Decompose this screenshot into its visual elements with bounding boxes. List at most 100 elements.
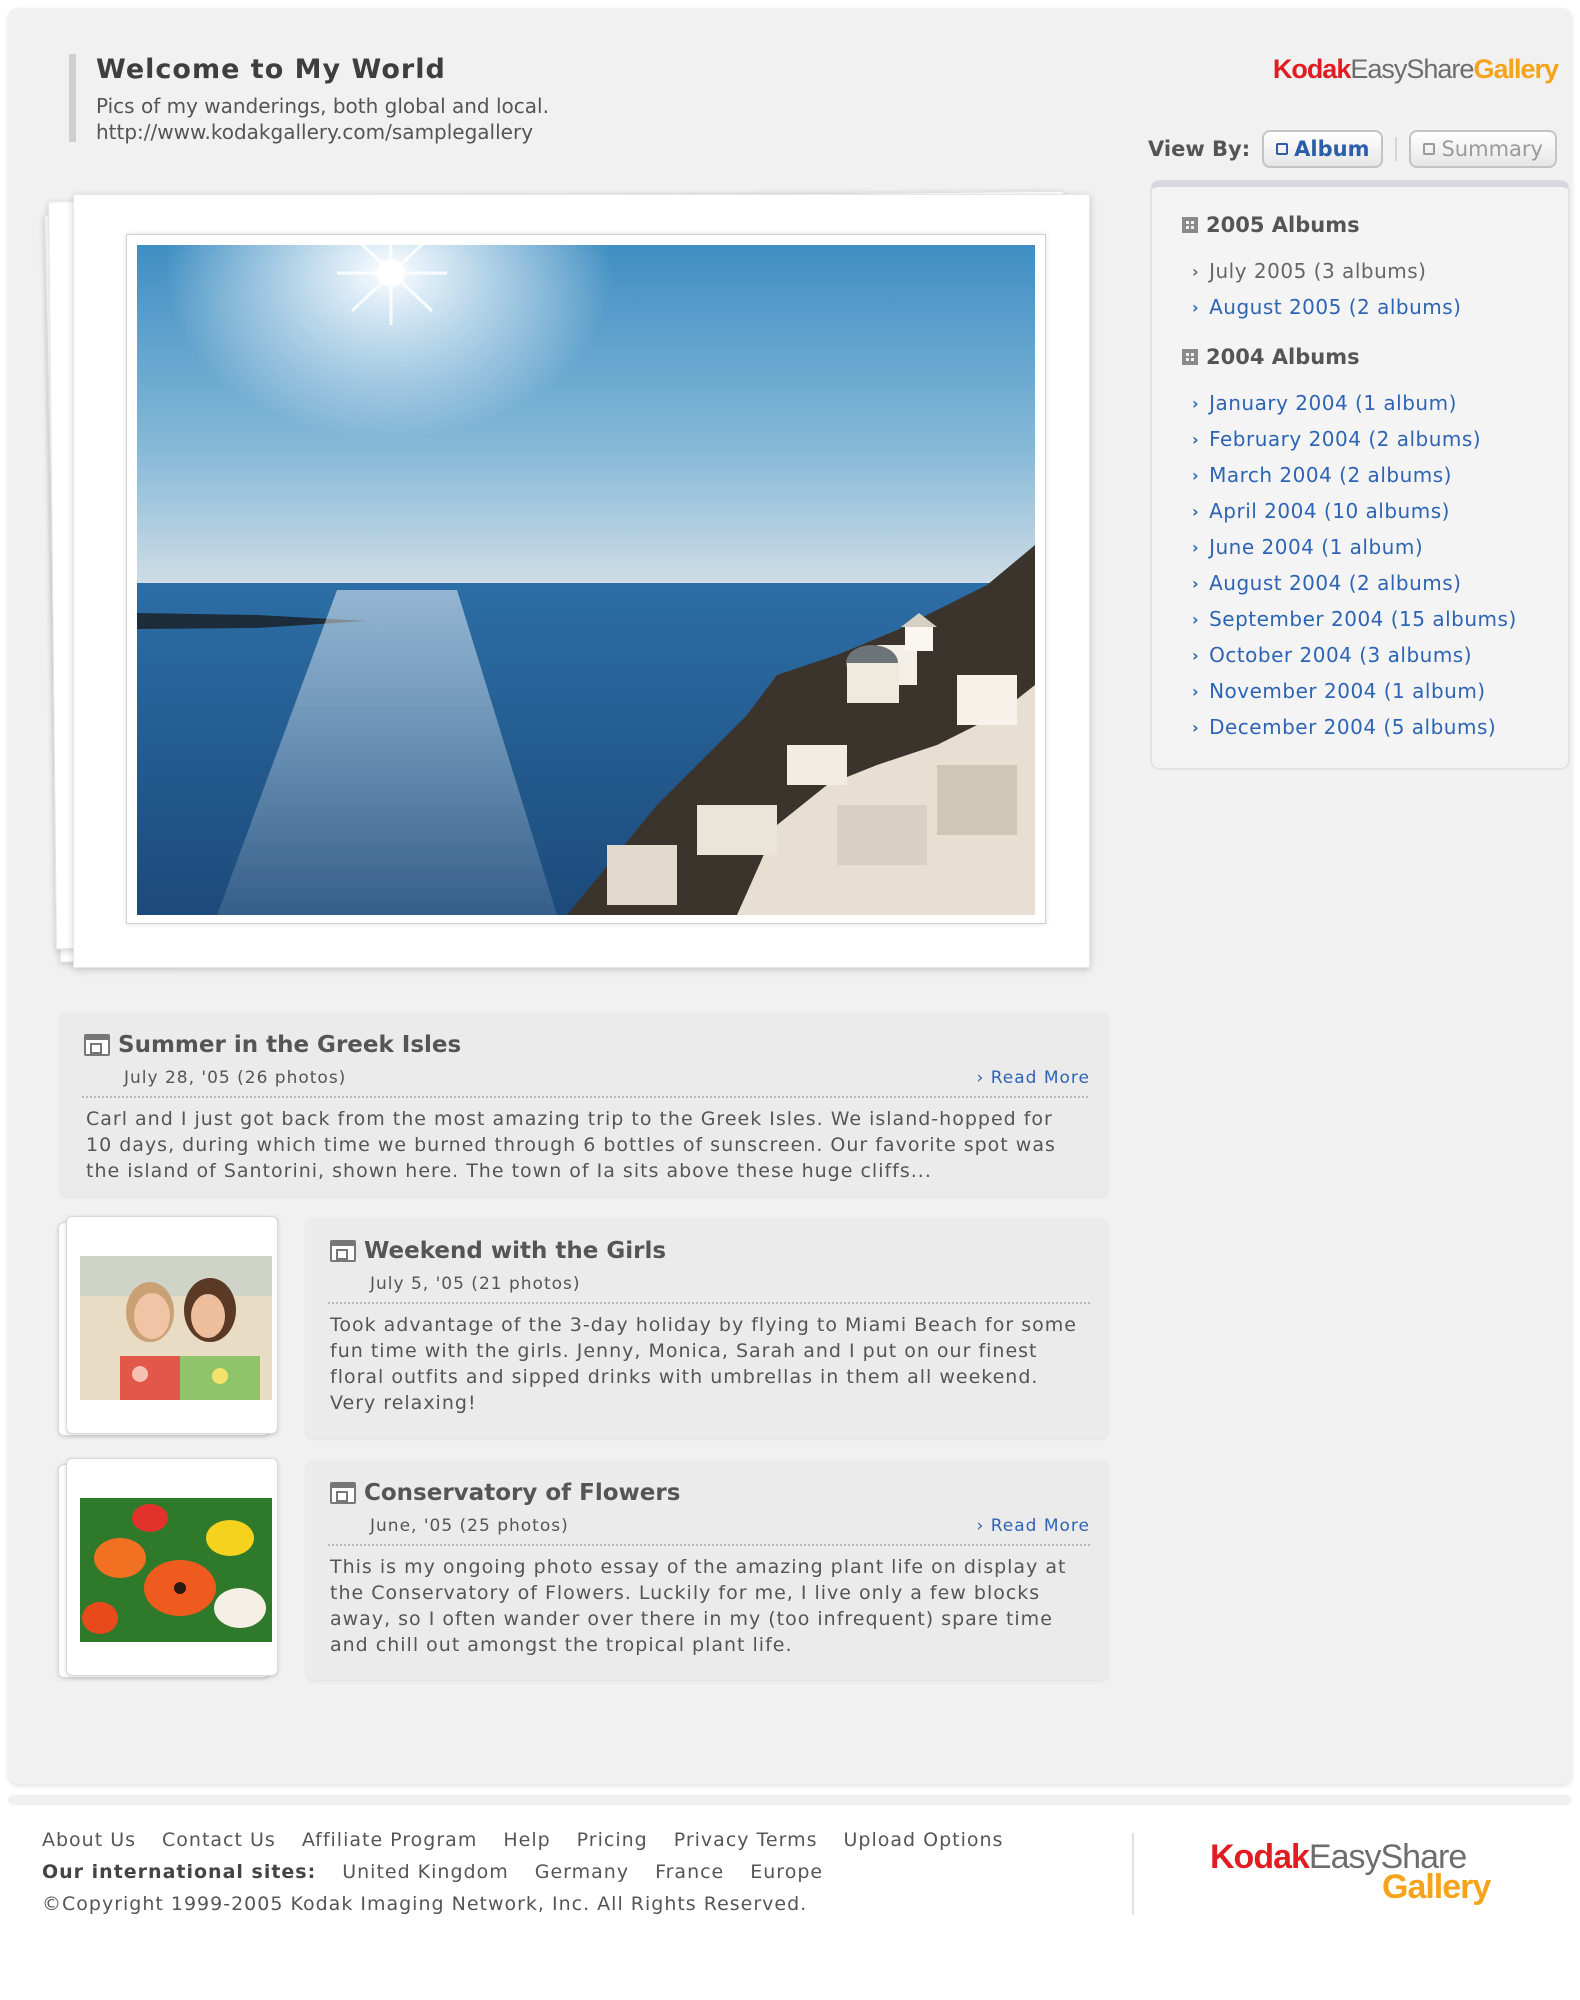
chevron-right-icon: › xyxy=(1192,645,1200,665)
sidebar-item-february-2004[interactable]: › February 2004 (2 albums) xyxy=(1192,421,1517,457)
album-view-button[interactable]: Album xyxy=(1262,130,1384,168)
gallery-url[interactable]: http://www.kodakgallery.com/samplegaller… xyxy=(96,119,549,145)
album-doc-icon xyxy=(330,1482,356,1504)
album-doc-icon xyxy=(84,1034,110,1056)
sidebar-item-september-2004[interactable]: › September 2004 (15 albums) xyxy=(1192,601,1517,637)
dotted-divider xyxy=(82,1096,1088,1098)
sidebar-item-january-2004[interactable]: › January 2004 (1 album) xyxy=(1192,385,1517,421)
album-icon xyxy=(1276,143,1289,155)
album-card-conservatory: Conservatory of Flowers June, '05 (25 ph… xyxy=(306,1460,1108,1680)
album-doc-icon xyxy=(330,1240,356,1262)
sidebar-item-label: December 2004 (5 albums) xyxy=(1209,715,1497,739)
year-heading-label: 2005 Albums xyxy=(1206,213,1360,237)
footer-link-about[interactable]: About Us xyxy=(42,1829,136,1851)
summary-view-label: Summary xyxy=(1441,137,1543,161)
intl-site-europe[interactable]: Europe xyxy=(750,1861,823,1883)
read-more-label: Read More xyxy=(990,1516,1090,1536)
album-title-label: Weekend with the Girls xyxy=(364,1238,667,1264)
footer-top-bar xyxy=(8,1795,1572,1805)
sidebar-item-label: November 2004 (1 album) xyxy=(1209,679,1486,703)
album-title-label: Summer in the Greek Isles xyxy=(118,1032,462,1058)
copyright-text: ©Copyright 1999-2005 Kodak Imaging Netwo… xyxy=(42,1893,808,1915)
album-card-girls-weekend: Weekend with the Girls July 5, '05 (21 p… xyxy=(306,1218,1108,1438)
footer-divider xyxy=(1132,1833,1134,1915)
chevron-right-icon: › xyxy=(976,1068,991,1088)
read-more-link[interactable]: › Read More xyxy=(977,1516,1090,1536)
album-date: July 5, '05 (21 photos) xyxy=(370,1274,581,1294)
year-heading-2004: 2004 Albums xyxy=(1182,345,1360,369)
album-description: This is my ongoing photo essay of the am… xyxy=(330,1556,1067,1656)
footer-link-privacy[interactable]: Privacy Terms xyxy=(674,1829,818,1851)
sidebar-item-june-2004[interactable]: › June 2004 (1 album) xyxy=(1192,529,1517,565)
featured-photo-santorini[interactable] xyxy=(137,245,1035,915)
view-by-label: View By: xyxy=(1148,137,1251,161)
view-by-bar: View By: Album Summary xyxy=(1148,130,1557,168)
album-view-label: Album xyxy=(1294,137,1370,161)
sidebar-item-label: January 2004 (1 album) xyxy=(1209,391,1457,415)
sidebar-item-august-2004[interactable]: › August 2004 (2 albums) xyxy=(1192,565,1517,601)
sidebar-item-label: August 2004 (2 albums) xyxy=(1209,571,1462,595)
footer-link-help[interactable]: Help xyxy=(503,1829,550,1851)
footer-link-contact[interactable]: Contact Us xyxy=(162,1829,276,1851)
sidebar-item-august-2005[interactable]: › August 2005 (2 albums) xyxy=(1192,289,1461,325)
sidebar-item-label: August 2005 (2 albums) xyxy=(1209,295,1462,319)
kodak-gallery-footer-logo[interactable]: KodakEasyShare Gallery xyxy=(1210,1840,1491,1906)
intl-site-uk[interactable]: United Kingdom xyxy=(342,1861,509,1883)
footer-link-upload[interactable]: Upload Options xyxy=(844,1829,1004,1851)
thumb-photo-flowers xyxy=(80,1498,272,1642)
read-more-link[interactable]: › Read More xyxy=(977,1068,1090,1088)
sidebar-item-label: April 2004 (10 albums) xyxy=(1209,499,1450,523)
summary-icon xyxy=(1423,143,1436,155)
sidebar-item-november-2004[interactable]: › November 2004 (1 album) xyxy=(1192,673,1517,709)
footer-link-affiliate[interactable]: Affiliate Program xyxy=(302,1829,478,1851)
album-list-2005: › July 2005 (3 albums) › August 2005 (2 al… xyxy=(1192,253,1461,325)
logo-easyshare-text: EasyShare xyxy=(1350,54,1474,84)
logo-gallery-text: Gallery xyxy=(1382,1868,1491,1906)
chevron-right-icon: › xyxy=(1192,393,1200,413)
intl-site-germany[interactable]: Germany xyxy=(535,1861,629,1883)
page-title: Welcome to My World xyxy=(96,54,446,85)
footer-link-pricing[interactable]: Pricing xyxy=(577,1829,648,1851)
chevron-right-icon: › xyxy=(1192,297,1200,317)
thumb-photo-girls xyxy=(80,1256,272,1400)
year-heading-2005: 2005 Albums xyxy=(1182,213,1360,237)
sidebar-item-december-2004[interactable]: › December 2004 (5 albums) xyxy=(1192,709,1517,745)
featured-photo-frame[interactable] xyxy=(126,234,1046,924)
album-description: Carl and I just got back from the most a… xyxy=(86,1108,1056,1182)
sidebar-item-label: February 2004 (2 albums) xyxy=(1209,427,1482,451)
album-title-greek-isles[interactable]: Summer in the Greek Isles xyxy=(84,1032,461,1058)
album-title-conservatory[interactable]: Conservatory of Flowers xyxy=(330,1480,680,1506)
chevron-right-icon: › xyxy=(1192,501,1200,521)
chevron-right-icon: › xyxy=(1192,465,1200,485)
logo-kodak-text: Kodak xyxy=(1272,54,1352,84)
logo-gallery-text: Gallery xyxy=(1473,54,1559,84)
sidebar-item-july-2005[interactable]: › July 2005 (3 albums) xyxy=(1192,253,1461,289)
sidebar-item-april-2004[interactable]: › April 2004 (10 albums) xyxy=(1192,493,1517,529)
dotted-divider xyxy=(328,1544,1090,1546)
album-date: June, '05 (25 photos) xyxy=(370,1516,569,1536)
album-title-girls-weekend[interactable]: Weekend with the Girls xyxy=(330,1238,666,1264)
sidebar-item-label: July 2005 (3 albums) xyxy=(1209,259,1427,283)
album-title-label: Conservatory of Flowers xyxy=(364,1480,681,1506)
page-panel: Welcome to My World Pics of my wandering… xyxy=(8,8,1572,1784)
album-date: July 28, '05 (26 photos) xyxy=(124,1068,347,1088)
intl-site-france[interactable]: France xyxy=(655,1861,724,1883)
sidebar-item-march-2004[interactable]: › March 2004 (2 albums) xyxy=(1192,457,1517,493)
chevron-right-icon: › xyxy=(1192,681,1200,701)
sidebar-item-label: September 2004 (15 albums) xyxy=(1209,607,1517,631)
year-heading-label: 2004 Albums xyxy=(1206,345,1360,369)
kodak-gallery-logo[interactable]: KodakEasyShareGallery xyxy=(1272,54,1559,85)
album-card-greek-isles: Summer in the Greek Isles July 28, '05 (… xyxy=(60,1012,1108,1196)
read-more-label: Read More xyxy=(990,1068,1090,1088)
chevron-right-icon: › xyxy=(1192,537,1200,557)
sidebar-item-label: March 2004 (2 albums) xyxy=(1209,463,1452,487)
sidebar-item-label: June 2004 (1 album) xyxy=(1209,535,1424,559)
grid-icon xyxy=(1182,349,1198,365)
featured-photo-stack xyxy=(38,144,1098,974)
summary-view-button[interactable]: Summary xyxy=(1409,130,1557,168)
dotted-divider xyxy=(328,1302,1090,1304)
album-thumbnail-flowers[interactable] xyxy=(58,1458,278,1678)
intl-sites-label: Our international sites: xyxy=(42,1861,317,1883)
album-thumbnail-girls[interactable] xyxy=(58,1216,278,1436)
sidebar-item-october-2004[interactable]: › October 2004 (3 albums) xyxy=(1192,637,1517,673)
